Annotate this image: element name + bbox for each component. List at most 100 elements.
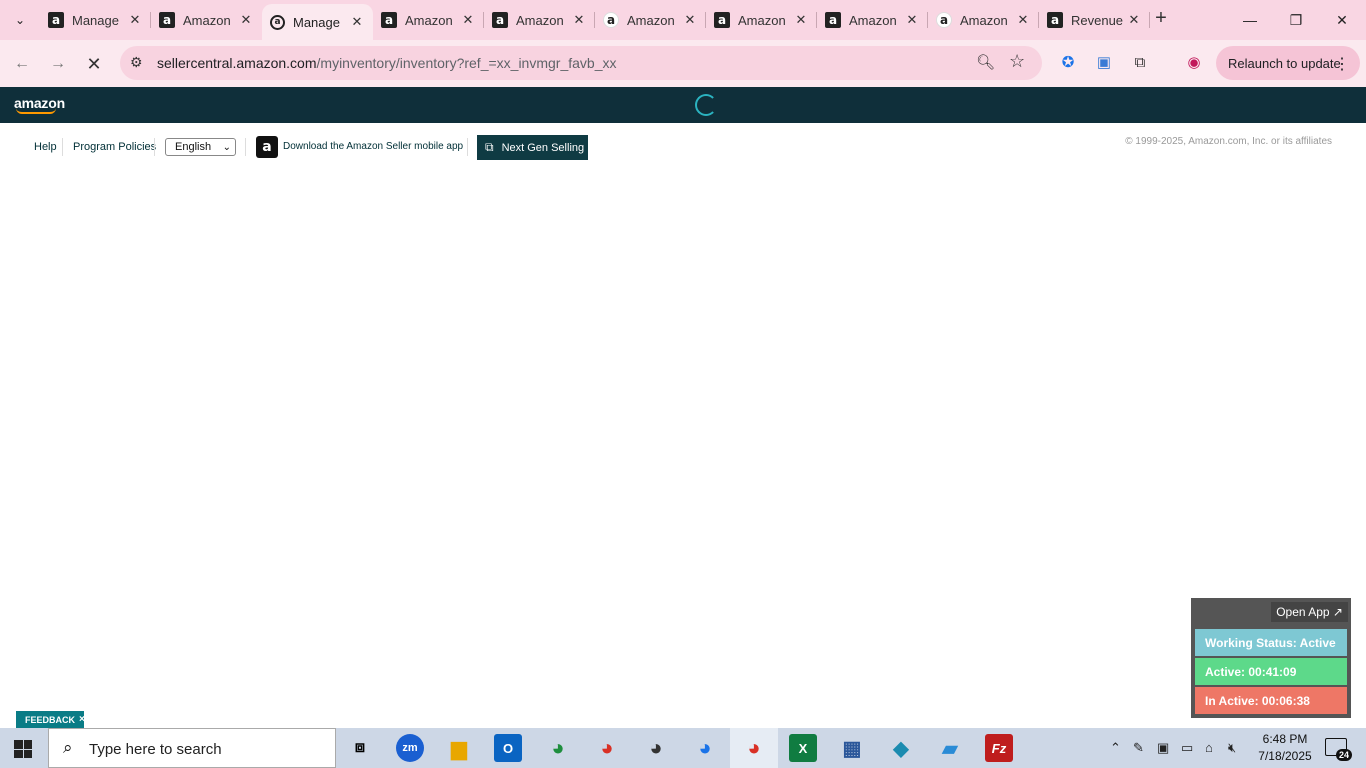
tab-7[interactable]: a Amazon ✕	[706, 4, 817, 36]
extensions-puzzle-icon[interactable]: ⧉	[1129, 51, 1151, 73]
loading-spinner-icon	[695, 94, 717, 116]
restore-button[interactable]: ❐	[1276, 6, 1316, 34]
amazon-favicon-icon: a	[603, 12, 619, 28]
system-clock[interactable]: 6:48 PM 7/18/2025	[1255, 731, 1315, 765]
close-tab-icon[interactable]: ✕	[1015, 12, 1031, 28]
tab-5[interactable]: a Amazon ✕	[484, 4, 595, 36]
amazon-app-icon: a	[256, 136, 278, 158]
program-policies-link[interactable]: Program Policies	[73, 141, 156, 153]
tab-4[interactable]: a Amazon ✕	[373, 4, 484, 36]
notification-count-badge: 24	[1335, 749, 1352, 761]
chrome-icon[interactable]: ◕	[691, 734, 719, 762]
chrome-icon[interactable]: ◕	[544, 734, 572, 762]
seller-footer-links: Help Program Policies English ⌄ a Downloa…	[0, 130, 1366, 164]
active-timer: Active: 00:41:09	[1195, 658, 1347, 685]
tab-list: a Manage ✕ a Amazon ✕ a Manage ✕ a Amazon ✕ a Ama…	[40, 4, 1150, 40]
amazon-favicon-icon: a	[1047, 12, 1063, 28]
tab-title: Amazon	[960, 12, 1008, 28]
tab-title: Manage	[72, 12, 119, 28]
profile-icon[interactable]: ◉	[1183, 51, 1205, 73]
extension-icon[interactable]: ▣	[1093, 51, 1115, 73]
minimize-button[interactable]: —	[1230, 6, 1270, 34]
url-text[interactable]: sellercentral.amazon.com/myinventory/inv…	[157, 55, 616, 71]
close-tab-icon[interactable]: ✕	[571, 12, 587, 28]
amazon-favicon-icon: a	[825, 12, 841, 28]
relaunch-to-update-button[interactable]: Relaunch to update ⋮	[1216, 46, 1360, 80]
show-hidden-icons-icon[interactable]: ⌃	[1110, 740, 1121, 756]
tab-title: Amazon	[516, 12, 564, 28]
tray-app-icon[interactable]: ✎	[1133, 740, 1144, 756]
close-icon[interactable]: ×	[79, 714, 85, 725]
bookmark-star-icon[interactable]: ☆	[1009, 51, 1025, 72]
network-icon[interactable]: ⌂	[1205, 740, 1213, 755]
close-tab-icon[interactable]: ✕	[127, 12, 143, 28]
volume-muted-icon[interactable]: 🔇︎	[1228, 740, 1236, 756]
tab-3-active[interactable]: a Manage ✕	[262, 4, 373, 40]
tab-search-icon[interactable]: ⌄	[6, 6, 34, 34]
extension-icon[interactable]: ✪	[1057, 51, 1079, 73]
site-settings-icon[interactable]: ⚙	[130, 54, 143, 71]
close-tab-icon[interactable]: ✕	[349, 14, 365, 30]
address-bar[interactable]: ⚙ sellercentral.amazon.com/myinventory/i…	[120, 46, 1042, 80]
calculator-icon[interactable]: ▦	[838, 734, 866, 762]
tab-2[interactable]: a Amazon ✕	[151, 4, 262, 36]
close-tab-icon[interactable]: ✕	[460, 12, 476, 28]
next-gen-selling-button[interactable]: ⧉ Next Gen Selling	[477, 135, 588, 160]
notepad-icon[interactable]: ▰	[936, 734, 964, 762]
amazon-logo[interactable]: amazon	[14, 95, 65, 114]
new-tab-button[interactable]: +	[1150, 8, 1172, 30]
notification-center-icon[interactable]: 24	[1325, 738, 1352, 761]
task-view-icon[interactable]: ⧈	[346, 734, 374, 762]
filezilla-icon[interactable]: Fz	[985, 734, 1013, 762]
language-select[interactable]: English ⌄	[165, 138, 236, 156]
forward-button[interactable]: →	[44, 50, 72, 78]
open-app-button[interactable]: Open App ↗	[1271, 602, 1348, 622]
working-status-widget: Open App ↗ Working Status: Active Active…	[1191, 598, 1351, 718]
tab-title: Amazon	[405, 12, 453, 28]
search-placeholder: Type here to search	[89, 741, 222, 758]
zoom-app-icon[interactable]: zm	[396, 734, 424, 762]
close-tab-icon[interactable]: ✕	[1126, 12, 1142, 28]
inactive-timer: In Active: 00:06:38	[1195, 687, 1347, 714]
tab-title: Amazon	[738, 12, 786, 28]
chevron-down-icon: ⌄	[222, 142, 231, 153]
tab-strip: ⌄ a Manage ✕ a Amazon ✕ a Manage ✕ a Amazon ✕ aA…	[0, 0, 1366, 40]
amazon-favicon-icon: a	[48, 12, 64, 28]
tab-title: Amazon	[627, 12, 675, 28]
clock-date: 7/18/2025	[1258, 749, 1312, 763]
excel-icon[interactable]: X	[789, 734, 817, 762]
amazon-header: amazon	[0, 87, 1366, 123]
zoom-icon[interactable]: 🔍︎	[976, 53, 995, 71]
close-tab-icon[interactable]: ✕	[682, 12, 698, 28]
amazon-favicon-icon: a	[492, 12, 508, 28]
chrome-icon[interactable]: ◕	[642, 734, 670, 762]
tab-1[interactable]: a Manage ✕	[40, 4, 151, 36]
chrome-icon[interactable]: ◕	[740, 734, 768, 762]
close-tab-icon[interactable]: ✕	[904, 12, 920, 28]
tab-9[interactable]: a Amazon ✕	[928, 4, 1039, 36]
tray-display-icon[interactable]: ▣	[1157, 740, 1169, 756]
file-explorer-icon[interactable]: ▆	[445, 734, 473, 762]
tab-title: Manage	[293, 14, 340, 30]
tab-10[interactable]: a Revenue ✕	[1039, 4, 1150, 36]
copyright-text: © 1999-2025, Amazon.com, Inc. or its aff…	[1125, 136, 1332, 147]
taskbar-search-box[interactable]: ⌕ Type here to search	[48, 728, 336, 768]
start-button[interactable]	[14, 740, 32, 758]
app-icon[interactable]: ◆	[887, 734, 915, 762]
tab-6[interactable]: a Amazon ✕	[595, 4, 706, 36]
back-button[interactable]: ←	[8, 50, 36, 78]
download-app-link[interactable]: Download the Amazon Seller mobile app	[283, 141, 463, 152]
close-tab-icon[interactable]: ✕	[793, 12, 809, 28]
tab-title: Amazon	[183, 12, 231, 28]
clock-time: 6:48 PM	[1262, 732, 1308, 746]
stop-loading-button[interactable]: ✕	[80, 50, 108, 78]
menu-dots-icon[interactable]: ⋮	[1334, 54, 1350, 74]
tab-8[interactable]: a Amazon ✕	[817, 4, 928, 36]
battery-icon[interactable]: ▭	[1181, 740, 1193, 756]
close-window-button[interactable]: ✕	[1322, 6, 1362, 34]
help-link[interactable]: Help	[34, 141, 57, 153]
outlook-icon[interactable]: O	[494, 734, 522, 762]
close-tab-icon[interactable]: ✕	[238, 12, 254, 28]
feedback-button[interactable]: FEEDBACK ×	[16, 711, 85, 728]
chrome-icon[interactable]: ◕	[593, 734, 621, 762]
